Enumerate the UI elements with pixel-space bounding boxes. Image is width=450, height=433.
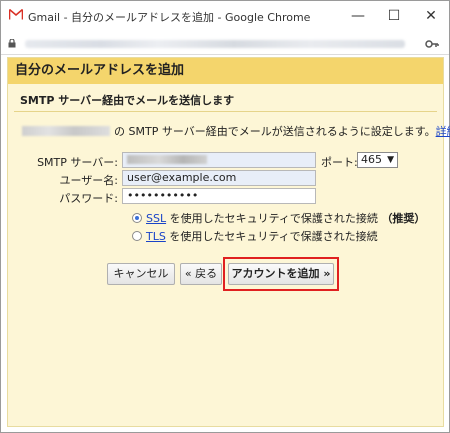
ssl-link[interactable]: SSL: [146, 212, 166, 225]
smtp-server-label: SMTP サーバー:: [37, 156, 118, 169]
port-value: 465: [361, 153, 382, 166]
dialog-content: 自分のメールアドレスを追加 SMTP サーバー経由でメールを送信します の SM…: [7, 57, 450, 427]
title-bar: Gmail - 自分のメールアドレスを追加 - Google Chrome — …: [1, 1, 449, 31]
key-icon[interactable]: [425, 39, 439, 49]
blurred-domain: [22, 126, 110, 136]
browser-window: Gmail - 自分のメールアドレスを追加 - Google Chrome — …: [0, 0, 450, 433]
lock-icon: [8, 39, 16, 48]
intro-text-row: の SMTP サーバー経由でメールが送信されるように設定します。詳細: [22, 123, 450, 139]
port-label: ポート:: [321, 156, 358, 169]
ssl-text: を使用したセキュリティで保護された接続: [166, 212, 382, 225]
password-input[interactable]: •••••••••••: [122, 188, 316, 204]
gmail-icon: [9, 9, 23, 20]
details-link[interactable]: 詳細: [436, 125, 450, 138]
add-account-button[interactable]: アカウントを追加 »: [228, 263, 334, 285]
username-input[interactable]: user@example.com: [122, 170, 316, 186]
section-header: SMTP サーバー経由でメールを送信します: [14, 90, 437, 112]
maximize-button[interactable]: ☐: [379, 5, 409, 27]
tls-radio[interactable]: [132, 231, 142, 241]
page-title: 自分のメールアドレスを追加: [8, 58, 443, 84]
ssl-option[interactable]: SSL を使用したセキュリティで保護された接続 （推奨）: [132, 210, 425, 226]
smtp-server-input[interactable]: [122, 152, 316, 168]
close-button[interactable]: ✕: [416, 5, 446, 27]
intro-text: の SMTP サーバー経由でメールが送信されるように設定します。: [114, 125, 436, 138]
address-bar[interactable]: [1, 33, 449, 55]
port-select[interactable]: 465 ▼: [357, 152, 398, 168]
window-title: Gmail - 自分のメールアドレスを追加 - Google Chrome: [28, 11, 311, 24]
smtp-server-value-blurred: [127, 155, 207, 164]
password-label: パスワード:: [59, 192, 118, 205]
username-label: ユーザー名:: [59, 174, 119, 187]
minimize-button[interactable]: —: [343, 5, 373, 27]
tls-option[interactable]: TLS を使用したセキュリティで保護された接続: [132, 228, 378, 244]
back-button[interactable]: « 戻る: [180, 263, 222, 285]
chevron-down-icon: ▼: [387, 155, 394, 165]
tls-text: を使用したセキュリティで保護された接続: [165, 230, 378, 243]
url-text-blurred: [25, 40, 405, 48]
ssl-radio[interactable]: [132, 213, 142, 223]
ssl-recommended: （推奨）: [381, 212, 426, 225]
cancel-button[interactable]: キャンセル: [107, 263, 175, 285]
tls-link[interactable]: TLS: [146, 230, 166, 243]
